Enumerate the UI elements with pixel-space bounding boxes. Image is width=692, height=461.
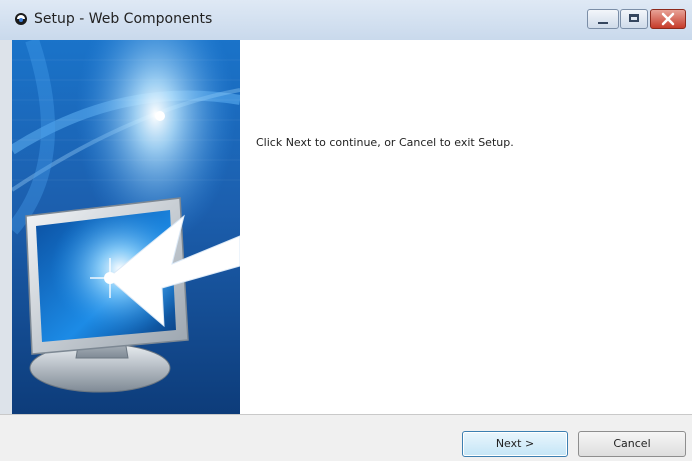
maximize-button[interactable] bbox=[620, 9, 648, 29]
monitor-arrow-illustration bbox=[12, 40, 240, 414]
window-title: Setup - Web Components bbox=[34, 11, 213, 27]
close-button[interactable] bbox=[650, 9, 686, 29]
setup-app-icon bbox=[15, 13, 27, 25]
button-bar: Next > Cancel bbox=[0, 415, 692, 461]
maximize-icon bbox=[629, 14, 639, 22]
title-bar[interactable]: Setup - Web Components bbox=[0, 0, 692, 41]
cancel-button[interactable]: Cancel bbox=[578, 431, 686, 457]
close-icon bbox=[661, 12, 675, 26]
minimize-button[interactable] bbox=[587, 9, 619, 29]
content-panel: Click Next to continue, or Cancel to exi… bbox=[240, 40, 692, 414]
minimize-icon bbox=[598, 22, 608, 24]
instruction-text: Click Next to continue, or Cancel to exi… bbox=[256, 136, 514, 149]
window-border bbox=[0, 40, 12, 414]
next-button[interactable]: Next > bbox=[462, 431, 568, 457]
setup-window: Setup - Web Components Click Next to con… bbox=[0, 0, 692, 461]
setup-banner bbox=[12, 40, 240, 414]
